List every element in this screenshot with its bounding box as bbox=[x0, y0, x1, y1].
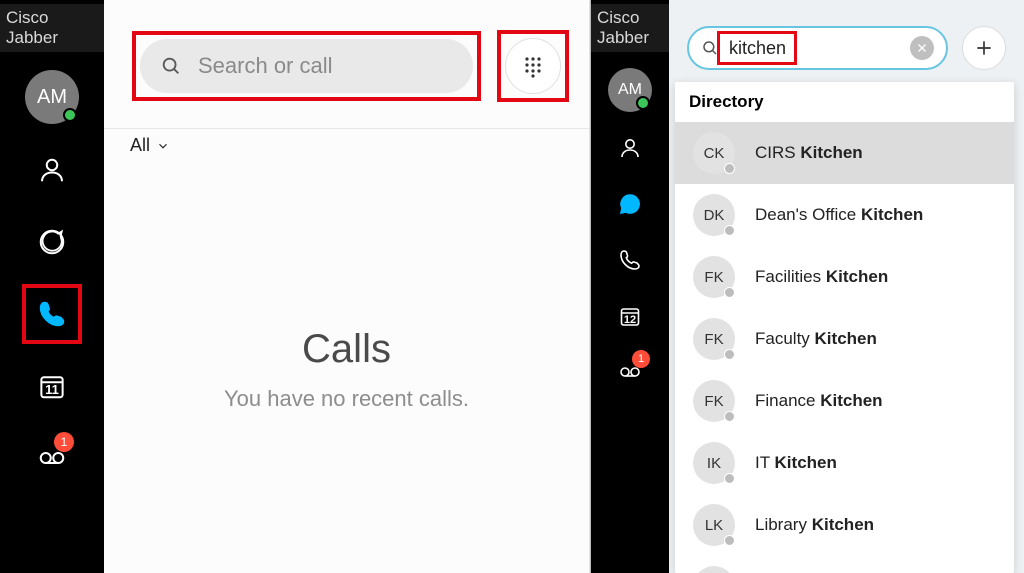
filter-label: All bbox=[130, 135, 150, 156]
left-main: Search or call All bbox=[104, 0, 590, 573]
contact-name: Faculty Kitchen bbox=[755, 329, 877, 349]
empty-state: Calls You have no recent calls. bbox=[104, 166, 589, 573]
presence-dot bbox=[724, 411, 735, 422]
presence-dot bbox=[724, 287, 735, 298]
dropdown-heading: Directory bbox=[675, 82, 1014, 122]
contact-name: IT Kitchen bbox=[755, 453, 837, 473]
directory-item[interactable]: LK Library Kitchen bbox=[675, 494, 1014, 556]
presence-dot bbox=[724, 473, 735, 484]
chat-icon bbox=[618, 192, 642, 216]
voicemail-badge: 1 bbox=[54, 432, 74, 452]
nav-calls[interactable] bbox=[22, 284, 82, 344]
nav-contacts[interactable] bbox=[606, 124, 654, 172]
search-icon bbox=[701, 39, 719, 57]
directory-item[interactable]: SKStudent Affairs Kitchen bbox=[675, 556, 1014, 573]
search-dropdown: Directory CK CIRS Kitchen DK Dean's Office … bbox=[675, 82, 1014, 573]
presence-dot bbox=[636, 96, 650, 110]
app-title: Cisco Jabber bbox=[591, 4, 669, 52]
phone-icon bbox=[37, 299, 67, 329]
contact-name: CIRS Kitchen bbox=[755, 143, 863, 163]
contact-name: Library Kitchen bbox=[755, 515, 874, 535]
contact-avatar: IK bbox=[693, 442, 735, 484]
search-icon bbox=[160, 55, 182, 77]
search-field[interactable]: kitchen bbox=[687, 26, 948, 70]
search-field[interactable]: Search or call bbox=[140, 39, 473, 93]
directory-item[interactable]: FK Finance Kitchen bbox=[675, 370, 1014, 432]
contact-avatar: LK bbox=[693, 504, 735, 546]
left-sidebar: Cisco Jabber AM 11 1 bbox=[0, 0, 104, 573]
user-avatar[interactable]: AM bbox=[608, 68, 652, 112]
dialpad-icon bbox=[521, 54, 545, 78]
presence-dot bbox=[724, 535, 735, 546]
calendar-day: 12 bbox=[624, 314, 636, 326]
calendar-day: 11 bbox=[45, 382, 59, 397]
nav-chat[interactable] bbox=[22, 212, 82, 272]
app-title: Cisco Jabber bbox=[0, 4, 104, 52]
phone-icon bbox=[618, 248, 642, 272]
contact-name: Dean's Office Kitchen bbox=[755, 205, 923, 225]
directory-item[interactable]: CK CIRS Kitchen bbox=[675, 122, 1014, 184]
nav-calendar[interactable]: 11 bbox=[22, 356, 82, 416]
contact-name: Facilities Kitchen bbox=[755, 267, 888, 287]
person-icon bbox=[37, 155, 67, 185]
voicemail-badge: 1 bbox=[632, 350, 650, 368]
empty-subtitle: You have no recent calls. bbox=[224, 386, 469, 412]
contact-name: Finance Kitchen bbox=[755, 391, 883, 411]
user-initials: AM bbox=[37, 86, 67, 109]
right-main: kitchen Directory CK CIRS Kitchen DK Dean's… bbox=[669, 0, 1024, 573]
right-sidebar: Cisco Jabber AM 12 1 bbox=[591, 0, 669, 573]
chat-icon bbox=[37, 227, 67, 257]
presence-dot bbox=[63, 108, 77, 122]
nav-voicemail[interactable]: 1 bbox=[22, 428, 82, 488]
contact-avatar: FK bbox=[693, 318, 735, 360]
user-avatar[interactable]: AM bbox=[25, 70, 79, 124]
directory-item[interactable]: IK IT Kitchen bbox=[675, 432, 1014, 494]
presence-dot bbox=[724, 163, 735, 174]
nav-calendar[interactable]: 12 bbox=[606, 292, 654, 340]
nav-chat[interactable] bbox=[606, 180, 654, 228]
empty-title: Calls bbox=[302, 327, 391, 372]
search-placeholder: Search or call bbox=[198, 53, 333, 79]
person-icon bbox=[618, 136, 642, 160]
contact-avatar: SK bbox=[693, 566, 735, 573]
nav-voicemail[interactable]: 1 bbox=[606, 348, 654, 396]
chevron-down-icon bbox=[156, 139, 170, 153]
presence-dot bbox=[724, 349, 735, 360]
filter-all[interactable]: All bbox=[130, 135, 170, 156]
clear-button[interactable] bbox=[910, 36, 934, 60]
nav-calls[interactable] bbox=[606, 236, 654, 284]
directory-item[interactable]: FK Facilities Kitchen bbox=[675, 246, 1014, 308]
close-icon bbox=[916, 42, 928, 54]
directory-item[interactable]: FK Faculty Kitchen bbox=[675, 308, 1014, 370]
add-button[interactable] bbox=[962, 26, 1006, 70]
dialpad-button[interactable] bbox=[505, 38, 561, 94]
contact-avatar: CK bbox=[693, 132, 735, 174]
search-value: kitchen bbox=[729, 38, 786, 59]
contact-avatar: FK bbox=[693, 380, 735, 422]
nav-contacts[interactable] bbox=[22, 140, 82, 200]
presence-dot bbox=[724, 225, 735, 236]
plus-icon bbox=[974, 38, 994, 58]
contact-avatar: DK bbox=[693, 194, 735, 236]
directory-item[interactable]: DK Dean's Office Kitchen bbox=[675, 184, 1014, 246]
contact-avatar: FK bbox=[693, 256, 735, 298]
